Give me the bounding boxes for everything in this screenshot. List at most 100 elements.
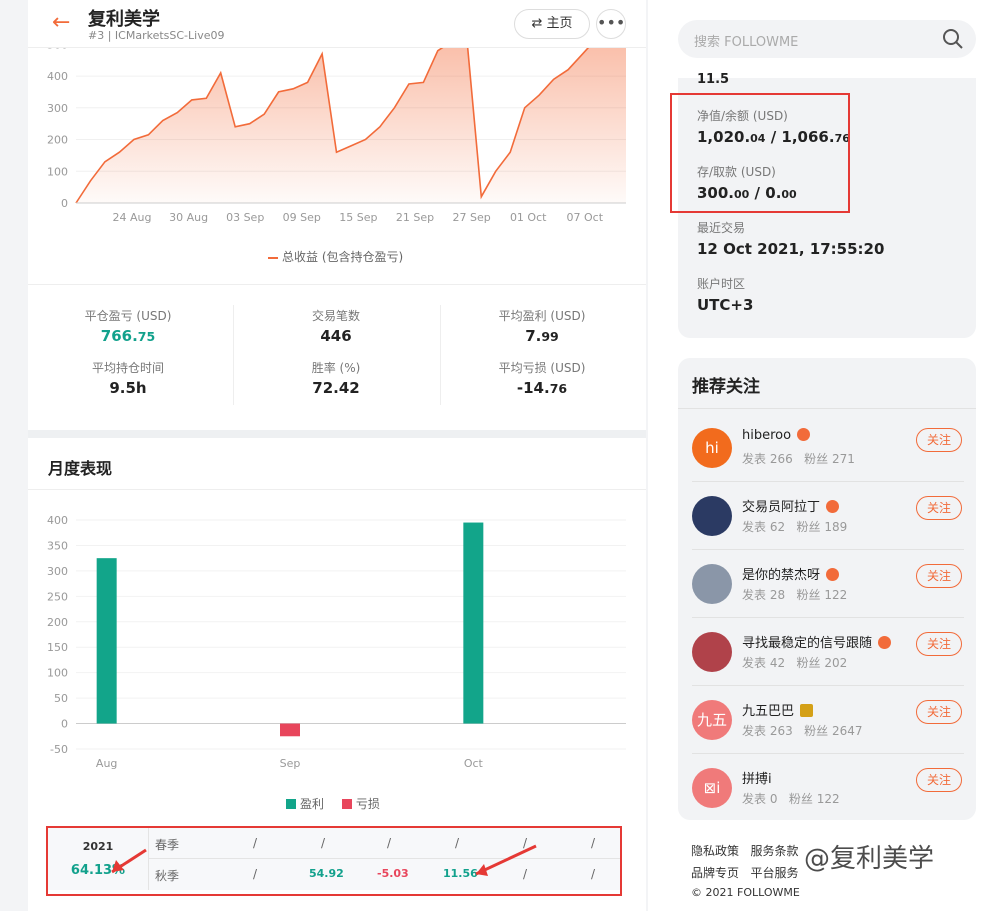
follow-button[interactable]: 关注 [916, 428, 962, 452]
y-tick-label: 0 [61, 197, 68, 210]
list-item[interactable]: 交易员阿拉丁 发表 62 粉丝 189 关注 [692, 482, 964, 550]
user-name[interactable]: 九五巴巴 [742, 700, 814, 719]
search-box[interactable]: 搜索 FOLLOWME [678, 20, 976, 58]
user-meta: 发表 266 粉丝 271 [742, 452, 855, 466]
footer-links-row1: 隐私政策 服务条款 [691, 842, 798, 859]
avatar[interactable]: ⊠i [692, 768, 732, 808]
brand-link[interactable]: 品牌专页 [691, 866, 739, 880]
x-tick-label: 24 Aug [113, 211, 152, 224]
page-title: 复利美学 [88, 9, 160, 30]
x-tick-label: 21 Sep [396, 211, 434, 224]
y-tick-label: 100 [47, 667, 68, 680]
avatar[interactable]: hi [692, 428, 732, 468]
main-panel: ← 复利美学 #3 | ICMarketsSC-Live09 ⇄ 主页 ••• … [28, 0, 646, 911]
section-divider [28, 430, 646, 438]
stat-winrate: 胜率 (%) 72.42 [311, 361, 361, 397]
avatar[interactable]: 九五 [692, 700, 732, 740]
y-tick-label: 300 [47, 565, 68, 578]
monthly-legend: 盈利 亏损 [286, 795, 380, 812]
list-item[interactable]: 九五 九五巴巴发表 263 粉丝 2647 关注 [692, 686, 964, 754]
fire-icon [878, 636, 892, 649]
terms-link[interactable]: 服务条款 [750, 844, 798, 858]
watermark: @复利美学 [804, 844, 935, 874]
x-tick-label: Sep [280, 757, 301, 770]
stat-trades: 交易笔数 446 [311, 309, 360, 345]
user-name[interactable]: hiberoo [742, 428, 811, 443]
fire-icon [797, 428, 811, 441]
list-item[interactable]: 寻找最稳定的信号跟随发表 42 粉丝 202 关注 [692, 618, 964, 686]
user-meta: 发表 28 粉丝 122 [742, 588, 848, 602]
arrow-left-icon[interactable]: ← [52, 10, 70, 35]
season-highlight-box [46, 826, 622, 896]
user-name[interactable]: 寻找最稳定的信号跟随 [742, 632, 892, 651]
privacy-link[interactable]: 隐私政策 [691, 844, 739, 858]
bar-oct [463, 522, 484, 724]
more-button[interactable]: ••• [596, 9, 626, 39]
legend-profit[interactable]: 盈利 [300, 797, 324, 811]
y-tick-label: 0 [61, 718, 68, 731]
list-item[interactable]: hi hiberoo 发表 266 粉丝 271 关注 [692, 414, 964, 482]
fire-icon [826, 500, 840, 513]
platform-link[interactable]: 平台服务 [750, 866, 798, 880]
list-item[interactable]: ⊠i 拼搏i 发表 0 粉丝 122 关注 [692, 754, 964, 822]
y-tick-label: 400 [47, 514, 68, 527]
list-item[interactable]: 是你的禁杰呀发表 28 粉丝 122 关注 [692, 550, 964, 618]
x-tick-label: 09 Sep [283, 211, 321, 224]
follow-button[interactable]: 关注 [916, 564, 962, 588]
user-meta: 发表 42 粉丝 202 [742, 656, 848, 670]
equity-legend: 总收益 (包含持仓盈亏) [268, 248, 403, 265]
footer-links-row2: 品牌专页 平台服务 [691, 864, 798, 881]
monthly-divider [28, 489, 646, 490]
y-tick-label: 100 [47, 165, 68, 178]
user-name[interactable]: 拼搏i [742, 768, 772, 787]
y-tick-label: 50 [54, 692, 68, 705]
timezone-value: UTC+3 [697, 296, 754, 314]
account-highlight-box [670, 93, 850, 213]
x-tick-label: 27 Sep [452, 211, 490, 224]
sidebar: 搜索 FOLLOWME 11.5 净值/余额 (USD) 1,020.04 / … [648, 0, 1003, 911]
y-tick-label: 250 [47, 590, 68, 603]
last-trade-value: 12 Oct 2021, 17:55:20 [697, 240, 885, 258]
x-tick-label: 15 Sep [339, 211, 377, 224]
bar-sep [280, 723, 300, 737]
y-tick-label: 300 [47, 102, 68, 115]
follow-button[interactable]: 关注 [916, 496, 962, 520]
cut-off-value: 11.5 [697, 72, 730, 84]
follow-button[interactable]: 关注 [916, 768, 962, 792]
recommend-title: 推荐关注 [692, 377, 760, 397]
stat-avg-hold: 平均持仓时间 9.5h [91, 361, 164, 397]
y-tick-label: 350 [47, 539, 68, 552]
copyright: © 2021 FOLLOWME [691, 886, 800, 899]
x-tick-label: 30 Aug [169, 211, 208, 224]
user-name[interactable]: 交易员阿拉丁 [742, 496, 840, 515]
x-tick-label: 01 Oct [510, 211, 547, 224]
account-subtitle: #3 | ICMarketsSC-Live09 [88, 29, 225, 42]
equity-area [76, 38, 626, 203]
x-tick-label: 07 Oct [567, 211, 604, 224]
trophy-icon [800, 704, 814, 717]
follow-button[interactable]: 关注 [916, 632, 962, 656]
user-meta: 发表 263 粉丝 2647 [742, 724, 863, 738]
bar-aug [96, 558, 117, 724]
x-tick-label: 03 Sep [226, 211, 264, 224]
user-name[interactable]: 是你的禁杰呀 [742, 564, 840, 583]
search-input[interactable]: 搜索 FOLLOWME [694, 31, 798, 50]
stat-closed-pl: 平仓盈亏 (USD) 766.75 [84, 309, 172, 345]
stats-panel: 平仓盈亏 (USD) 766.75 交易笔数 446 平均盈利 (USD) 7.… [28, 284, 646, 430]
recommend-card: 推荐关注 hi hiberoo 发表 266 粉丝 271 关注 交易员阿拉丁 发表 62… [678, 358, 976, 820]
y-tick-label: 200 [47, 134, 68, 147]
stat-avg-loss: 平均亏损 (USD) -14.76 [498, 361, 586, 397]
search-icon[interactable] [942, 28, 964, 50]
avatar[interactable] [692, 564, 732, 604]
profile-header: ← 复利美学 #3 | ICMarketsSC-Live09 ⇄ 主页 ••• [28, 0, 646, 48]
x-tick-label: Oct [464, 757, 484, 770]
monthly-bar-chart: 400 350 300 250 200 150 100 50 0 -50 Aug Sep Oct [47, 514, 626, 770]
fire-icon [826, 568, 840, 581]
equity-legend-label: 总收益 (包含持仓盈亏) [282, 250, 404, 264]
home-button[interactable]: ⇄ 主页 [514, 9, 590, 39]
avatar[interactable] [692, 496, 732, 536]
follow-button[interactable]: 关注 [916, 700, 962, 724]
avatar[interactable] [692, 632, 732, 672]
legend-loss[interactable]: 亏损 [356, 797, 380, 811]
y-tick-label: 400 [47, 70, 68, 83]
